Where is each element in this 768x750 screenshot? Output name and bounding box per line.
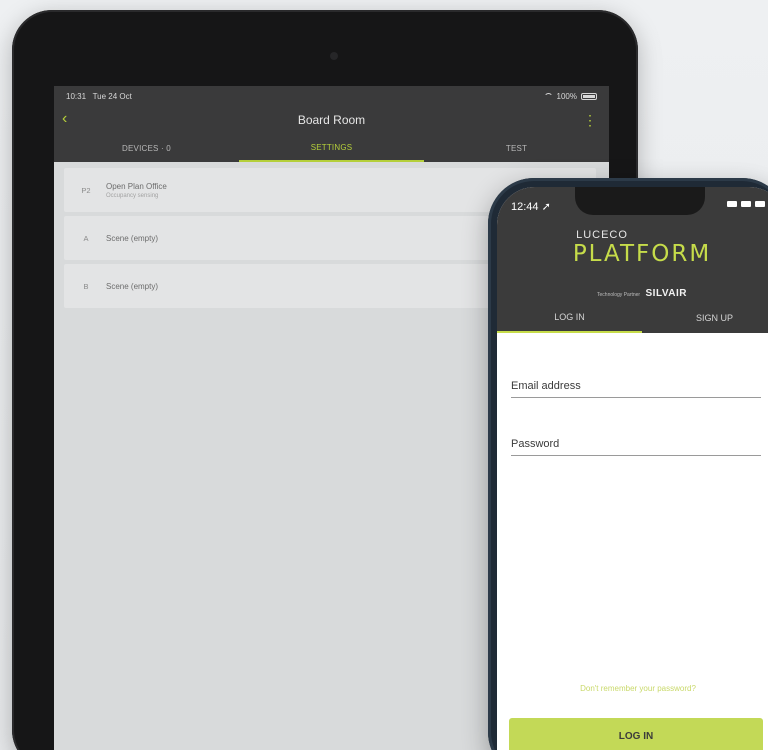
log-in-button[interactable]: LOG IN (509, 718, 763, 750)
camera-icon (330, 52, 338, 60)
tab-log-in[interactable]: LOG IN (497, 303, 642, 333)
tab-test-label: TEST (505, 143, 528, 153)
battery-icon (581, 92, 597, 100)
phone-screen: 12:44 ➚ LUCECO PLATFORM Technology Partn… (497, 187, 768, 750)
status-bar: 10:31 Tue 24 Oct 100% (54, 86, 609, 106)
scene-badge: B (83, 281, 89, 291)
tab-bar: DEVICES · 0 SETTINGS TEST (54, 134, 609, 162)
list-item-title: Scene (empty) (106, 281, 159, 291)
tab-sign-up-label: SIGN UP (695, 313, 733, 323)
brand-logo: PLATFORM (572, 241, 712, 267)
phone-notch (575, 187, 705, 215)
password-field[interactable] (511, 438, 761, 456)
phone-frame: 12:44 ➚ LUCECO PLATFORM Technology Partn… (488, 178, 768, 750)
forgot-password-link[interactable]: Don't remember your password? (497, 684, 768, 693)
auth-tabs: LOG IN SIGN UP (497, 303, 768, 333)
scene-badge: A (83, 233, 89, 243)
partner-label: Technology Partner (597, 292, 641, 298)
brand-company: LUCECO (576, 229, 628, 241)
tab-devices[interactable]: DEVICES · 0 (54, 134, 239, 162)
phone-time-text: 12:44 (511, 201, 539, 213)
device-showcase: 10:31 Tue 24 Oct 100% ‹ Board Room ⋮ DEV… (0, 0, 768, 750)
status-time: 10:31 (66, 91, 87, 101)
tab-devices-label: DEVICES · 0 (122, 143, 171, 153)
tab-test[interactable]: TEST (424, 134, 609, 162)
battery-percent: 100% (556, 91, 577, 101)
list-item-text: Scene (empty) (106, 282, 158, 291)
partner-name: SILVAIR (645, 288, 687, 299)
list-item-title: Scene (empty) (106, 233, 159, 243)
status-date: Tue 24 Oct (92, 91, 132, 101)
page-title: Board Room (297, 113, 366, 127)
more-vertical-icon[interactable]: ⋮ (583, 112, 597, 129)
email-field[interactable] (511, 380, 761, 398)
signal-icon (727, 201, 737, 207)
tab-sign-up[interactable]: SIGN UP (642, 303, 768, 333)
status-left: 10:31 Tue 24 Oct (66, 92, 132, 101)
tab-settings[interactable]: SETTINGS (239, 134, 424, 162)
wifi-icon (741, 201, 751, 207)
list-item-text: Scene (empty) (106, 234, 158, 243)
tab-settings-label: SETTINGS (310, 142, 353, 152)
chevron-left-icon[interactable]: ‹ (62, 110, 67, 128)
nav-bar: ‹ Board Room ⋮ (54, 106, 609, 134)
list-item-subtitle: Occupancy sensing (106, 192, 159, 199)
zone-badge: P2 (81, 185, 91, 195)
list-item-text: Open Plan Office Occupancy sensing (106, 182, 167, 199)
phone-status-icons (727, 201, 765, 207)
battery-icon (755, 201, 765, 207)
phone-status-time: 12:44 ➚ (511, 201, 551, 213)
partner-line: Technology Partner SILVAIR (497, 288, 768, 299)
status-right: 100% (543, 91, 597, 101)
list-item-title: Open Plan Office (106, 181, 167, 191)
tab-log-in-label: LOG IN (554, 312, 585, 322)
wifi-icon (543, 92, 553, 100)
